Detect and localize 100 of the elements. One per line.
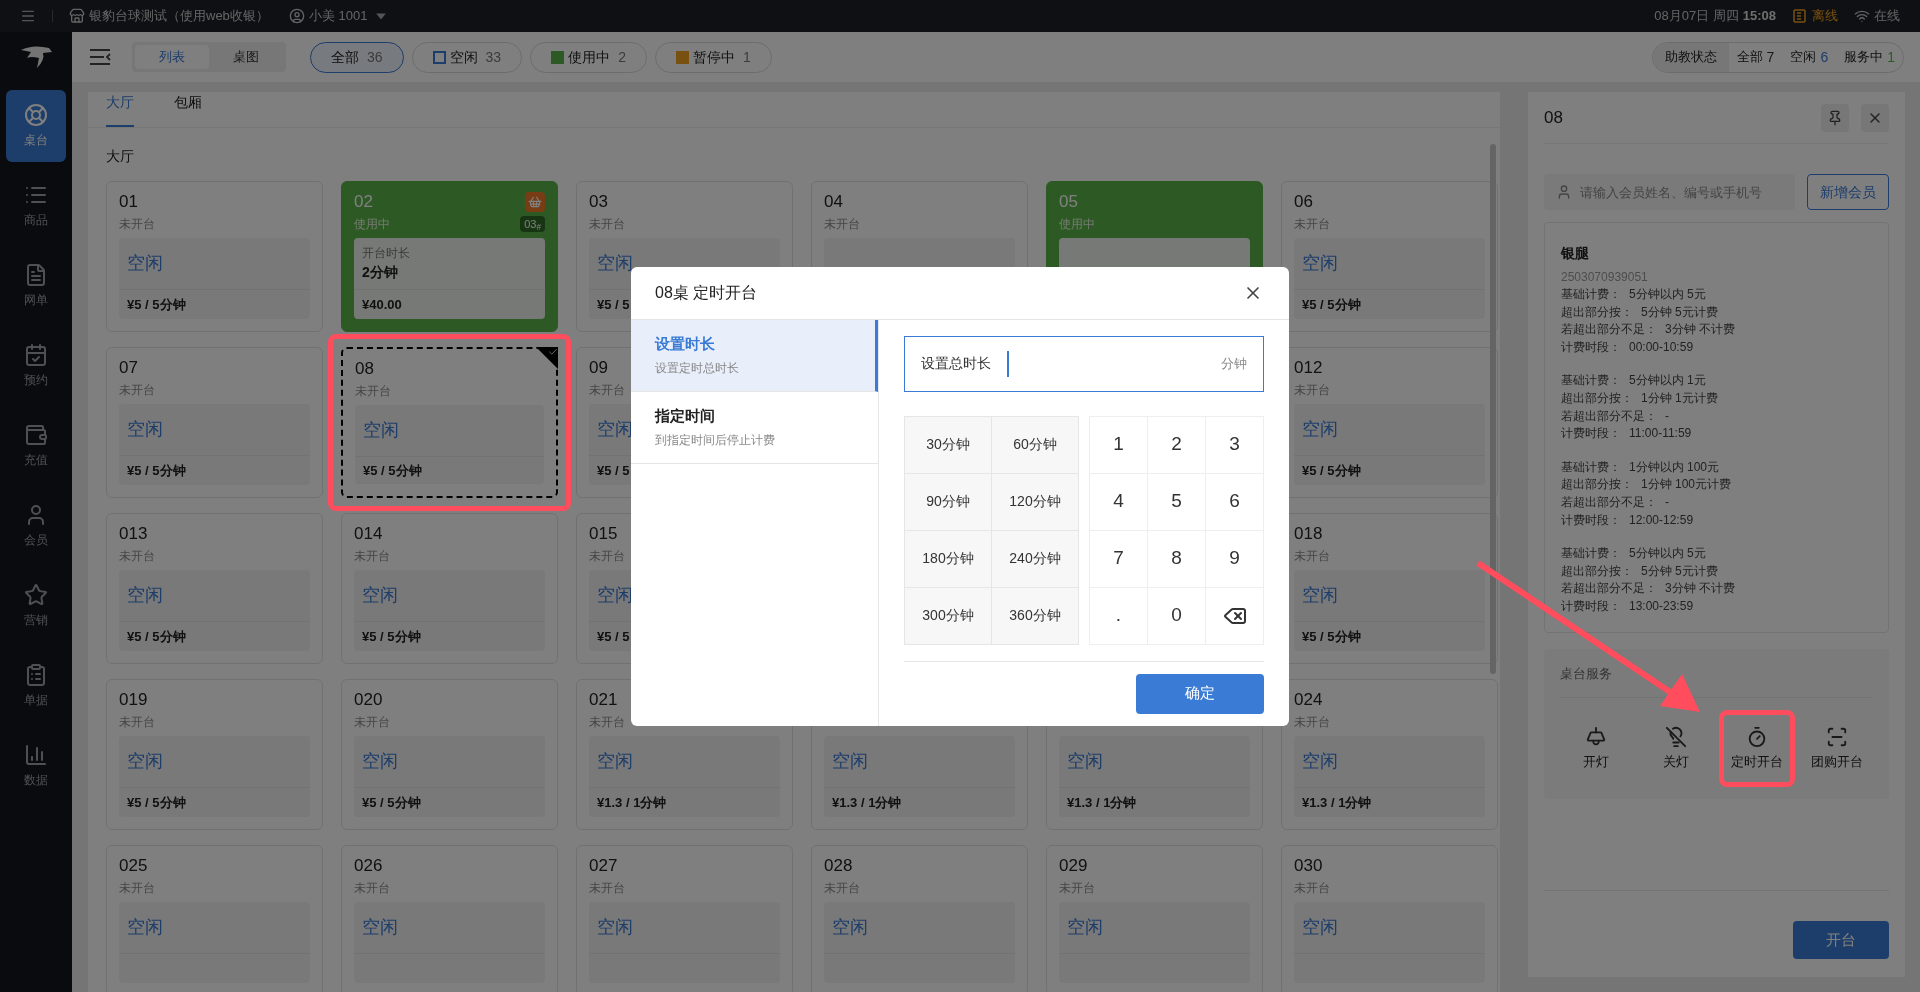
filter-chip[interactable]: 暂停中 1 [654,41,772,73]
service-button[interactable]: 关灯 [1655,721,1698,775]
table-number: 01 [119,191,138,214]
time-text: 15:08 [1742,7,1776,26]
user-icon [288,8,305,24]
preset-button[interactable]: 360分钟 [992,587,1079,645]
nav-item[interactable]: 单据 [6,650,66,722]
filter-chip[interactable]: 全部 36 [310,41,404,73]
table-price: ¥1.3 / 1分钟 [832,793,902,812]
keypad-key[interactable]: 1 [1090,416,1148,474]
table-number: 019 [119,689,148,712]
table-price: ¥5 / 5 [597,627,630,646]
keypad-key[interactable]: 5 [1148,473,1206,531]
mode-option[interactable]: 设置时长 设置定时总时长 [631,319,878,392]
mode-option[interactable]: 指定时间 到指定时间后停止计费 [631,391,878,464]
keypad-key[interactable]: 8 [1148,530,1206,588]
scan-icon [1825,725,1848,748]
keypad-key[interactable]: 6 [1206,473,1264,531]
menu-icon[interactable] [20,8,36,24]
rule-label: 若超出部分不足： [1561,580,1657,598]
add-member-button[interactable]: 新增会员 [1807,174,1889,210]
store-selector[interactable]: 银豹台球测试（使用web收银） [89,6,269,26]
keypad-key[interactable]: 0 [1148,587,1206,645]
table-state-label: 空闲 [127,418,163,441]
scrollbar[interactable] [1490,144,1496,674]
duration-field[interactable]: 设置总时长 分钟 [904,335,1264,392]
services-title: 桌台服务 [1560,665,1612,681]
table-state-label: 空闲 [1067,750,1103,773]
user-menu[interactable]: 小美 1001 [308,6,368,26]
keypad-key[interactable]: . [1090,587,1148,645]
cart-badge[interactable] [525,192,545,212]
backspace-key[interactable] [1206,587,1264,645]
preset-button[interactable]: 30分钟 [905,416,992,474]
table-number: 05 [1059,191,1078,214]
document-icon [24,263,48,287]
nav-item[interactable]: 预约 [6,330,66,402]
duration-value: 2分钟 [362,263,398,282]
keypad-key[interactable]: 9 [1206,530,1264,588]
filter-chip[interactable]: 空闲 33 [411,41,523,73]
duration-label: 开台时长 [362,245,410,262]
keypad-key[interactable]: 4 [1090,473,1148,531]
preset-button[interactable]: 60分钟 [992,416,1079,474]
service-button[interactable]: 团购开台 [1802,721,1871,775]
table-state-label: 空闲 [127,750,163,773]
service-button[interactable]: 开灯 [1575,721,1618,775]
nav-item[interactable]: 商品 [6,170,66,242]
nav-item[interactable]: 充值 [6,410,66,482]
rule-value: 1分钟以内 100元 [1629,458,1720,476]
nav-item[interactable]: 桌台 [6,90,66,162]
service-button[interactable]: 定时开台 [1722,721,1791,775]
keypad-key[interactable]: 3 [1206,416,1264,474]
view-toggle-option[interactable]: 桌图 [209,45,283,69]
preset-button[interactable]: 120分钟 [992,473,1079,531]
preset-button[interactable]: 180分钟 [905,530,992,588]
collapse-menu-icon[interactable] [88,47,112,67]
table-price: ¥5 / 5分钟 [1302,295,1361,314]
rule-label: 基础计费： [1561,545,1621,563]
preset-button[interactable]: 90分钟 [905,473,992,531]
keypad-key[interactable]: 7 [1090,530,1148,588]
wifi-icon [1854,8,1870,24]
rule-value: 5分钟 5元计费 [1641,303,1718,321]
keypad-key[interactable]: 2 [1148,416,1206,474]
offline-icon [1792,8,1808,24]
rule-label: 计费时段： [1561,597,1621,615]
pin-icon [1827,109,1843,126]
table-number: 020 [354,689,383,712]
store-icon [69,8,85,24]
table-status: 使用中 [354,216,390,233]
table-state-label: 空闲 [127,916,163,939]
ceiling-lamp-icon [1585,725,1608,748]
area-tab[interactable]: 包厢 [174,92,202,127]
rule-label: 基础计费： [1561,286,1621,303]
table-number: 02 [354,191,373,214]
nav-item[interactable]: 营销 [6,570,66,642]
table-card[interactable]: 02 使用中 03$_{#}$ 开台时长 2分钟 ¥40.00 [341,181,558,332]
preset-button[interactable]: 240分钟 [992,530,1079,588]
assistant-count[interactable]: 服务中 1 [1836,46,1903,68]
table-price: ¥5 / 5分钟 [127,461,186,480]
view-toggle-option[interactable]: 列表 [135,45,209,69]
open-table-button[interactable]: 开台 [1793,921,1889,959]
nav-item[interactable]: 会员 [6,490,66,562]
rule-value: 00:00-10:59 [1629,338,1694,356]
assistant-count[interactable]: 全部 7 [1728,46,1783,68]
nav-item[interactable]: 数据 [6,730,66,802]
table-price: ¥5 / 5 [597,461,630,480]
preset-button[interactable]: 300分钟 [905,587,992,645]
area-tab[interactable]: 大厅 [106,92,134,127]
table-status: 使用中 [1059,216,1095,233]
table-number: 013 [119,523,148,546]
table-number: 029 [1059,855,1088,878]
nav-item[interactable]: 网单 [6,250,66,322]
table-price: ¥5 / 5分钟 [1302,627,1361,646]
table-state-label: 空闲 [597,750,633,773]
rule-label: 若超出部分不足： [1561,407,1657,425]
lifebuoy-icon [24,103,48,127]
pin-button[interactable] [1821,103,1849,132]
confirm-button[interactable]: 确定 [1136,673,1264,714]
rule-value: - [1665,493,1669,511]
assistant-count[interactable]: 空闲 6 [1782,46,1837,68]
filter-chip[interactable]: 使用中 2 [530,41,647,73]
